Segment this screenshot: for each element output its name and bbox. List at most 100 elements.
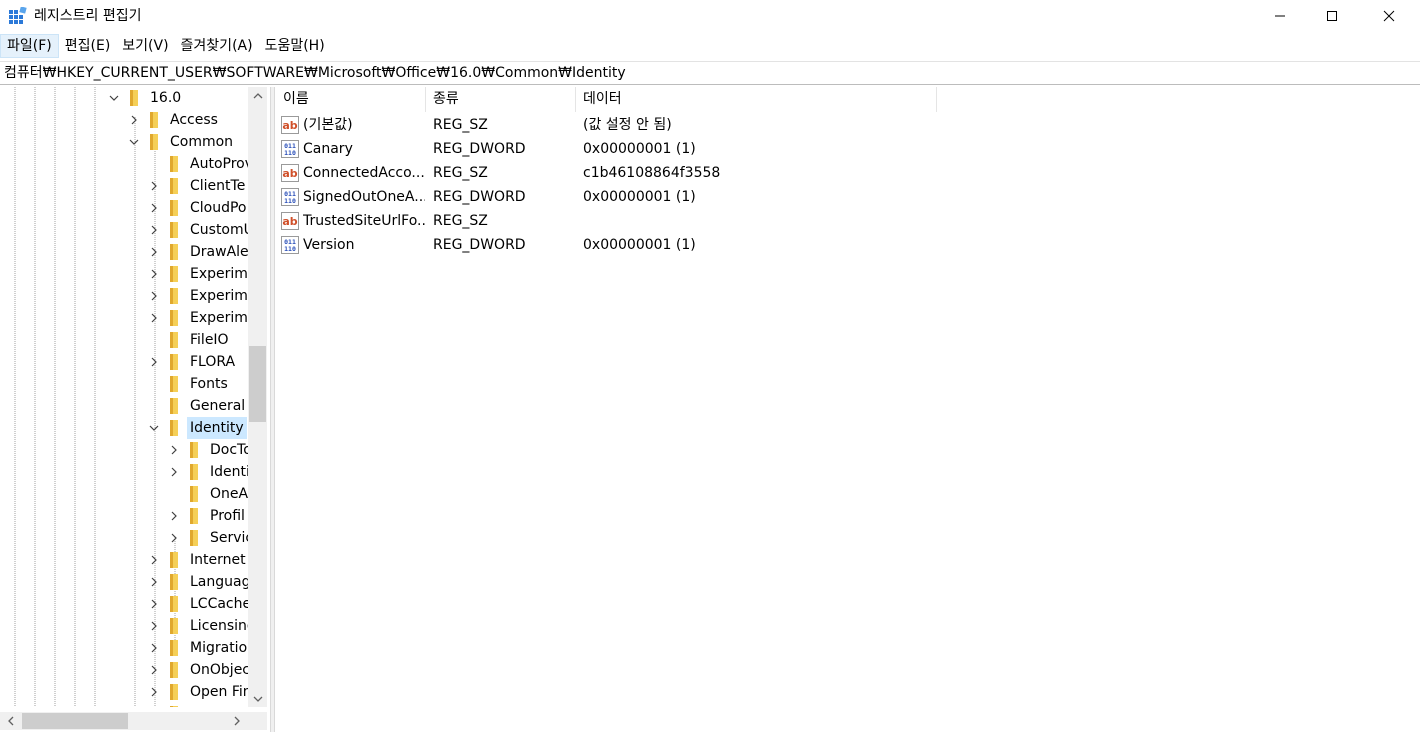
chevron-left-icon <box>8 716 14 726</box>
chevron-right-icon[interactable] <box>148 290 160 302</box>
tree-node[interactable]: FileIO <box>0 329 248 351</box>
tree-node[interactable]: 16.0 <box>0 87 248 109</box>
chevron-right-icon[interactable] <box>148 202 160 214</box>
chevron-right-icon[interactable] <box>168 510 180 522</box>
horizontal-scroll-thumb[interactable] <box>22 713 128 729</box>
column-header-data[interactable]: 데이터 <box>576 87 937 112</box>
folder-icon <box>170 552 178 568</box>
tree-node-label: FileIO <box>190 332 229 348</box>
value-row[interactable]: ab ConnectedAcco... REG_SZ c1b46108864f3558 <box>276 161 936 185</box>
folder-icon <box>170 288 178 304</box>
tree-node[interactable]: Common <box>0 131 248 153</box>
tree-node[interactable]: Privacy <box>0 703 248 707</box>
chevron-right-icon[interactable] <box>168 444 180 456</box>
folder-icon <box>170 266 178 282</box>
folder-icon <box>170 310 178 326</box>
tree-node[interactable]: OnObjec <box>0 659 248 681</box>
tree-node[interactable]: Identi <box>0 461 248 483</box>
chevron-right-icon[interactable] <box>148 312 160 324</box>
tree-node[interactable]: Profil <box>0 505 248 527</box>
value-row[interactable]: ab TrustedSiteUrlFo... REG_SZ <box>276 209 936 233</box>
tree-node[interactable]: Languag <box>0 571 248 593</box>
chevron-down-icon[interactable] <box>108 92 120 104</box>
tree-node-label: 16.0 <box>150 90 182 106</box>
menu-help[interactable]: 도움말(H) <box>259 34 331 58</box>
chevron-right-icon[interactable] <box>148 246 160 258</box>
chevron-right-icon[interactable] <box>148 224 160 236</box>
tree-node[interactable]: DocTo <box>0 439 248 461</box>
chevron-right-icon[interactable] <box>148 180 160 192</box>
tree-node[interactable]: OneA <box>0 483 248 505</box>
column-header-type[interactable]: 종류 <box>426 87 576 112</box>
string-value-icon: ab <box>281 212 299 230</box>
tree-node[interactable]: Open Fin <box>0 681 248 703</box>
tree-node[interactable]: ClientTe <box>0 175 248 197</box>
menu-file[interactable]: 파일(F) <box>0 34 59 58</box>
scroll-down-button[interactable] <box>248 690 267 707</box>
chevron-right-icon[interactable] <box>168 532 180 544</box>
chevron-down-icon[interactable] <box>148 422 160 434</box>
tree-node[interactable]: CustomU <box>0 219 248 241</box>
chevron-right-icon[interactable] <box>168 466 180 478</box>
folder-icon <box>170 398 178 414</box>
chevron-right-icon[interactable] <box>148 620 160 632</box>
chevron-right-icon[interactable] <box>148 664 160 676</box>
tree-node[interactable]: Identity <box>0 417 248 439</box>
maximize-button[interactable] <box>1309 0 1355 32</box>
tree-node[interactable]: Access <box>0 109 248 131</box>
folder-icon <box>170 178 178 194</box>
value-row[interactable]: 011 110 Canary REG_DWORD 0x00000001 (1) <box>276 137 936 161</box>
chevron-right-icon[interactable] <box>148 598 160 610</box>
close-button[interactable] <box>1366 0 1412 32</box>
scroll-thumb[interactable] <box>249 346 266 422</box>
chevron-down-icon[interactable] <box>128 136 140 148</box>
chevron-right-icon[interactable] <box>148 642 160 654</box>
tree-node[interactable]: Experime <box>0 263 248 285</box>
maximize-icon <box>1327 11 1337 21</box>
folder-icon <box>190 442 198 458</box>
close-icon <box>1383 10 1395 22</box>
svg-text:110: 110 <box>284 197 296 205</box>
tree-node[interactable]: FLORA <box>0 351 248 373</box>
tree-horizontal-scrollbar[interactable] <box>0 712 248 730</box>
tree-node[interactable]: LCCache <box>0 593 248 615</box>
tree-node[interactable]: Fonts <box>0 373 248 395</box>
values-pane: 이름 종류 데이터 ab (기본값) REG_SZ (값 설정 안 됨) 011 110 C… <box>276 87 1420 732</box>
address-bar[interactable]: 컴퓨터₩HKEY_CURRENT_USER₩SOFTWARE₩Microsoft… <box>0 61 1420 85</box>
value-name: (기본값) <box>303 117 353 133</box>
chevron-up-icon <box>253 92 262 98</box>
value-row[interactable]: 011 110 SignedOutOneA... REG_DWORD 0x0000000… <box>276 185 936 209</box>
tree-node[interactable]: DrawAle <box>0 241 248 263</box>
menu-edit[interactable]: 편집(E) <box>59 34 117 58</box>
window-title: 레지스트리 편집기 <box>34 8 142 24</box>
tree-node[interactable]: General <box>0 395 248 417</box>
chevron-right-icon[interactable] <box>128 114 140 126</box>
chevron-right-icon[interactable] <box>148 686 160 698</box>
scroll-up-button[interactable] <box>248 87 267 104</box>
tree-node[interactable]: Experime <box>0 285 248 307</box>
menu-favorites[interactable]: 즐겨찾기(A) <box>175 34 259 58</box>
value-row[interactable]: 011 110 Version REG_DWORD 0x00000001 (1) <box>276 233 936 257</box>
value-type: REG_SZ <box>433 213 488 229</box>
scroll-right-button[interactable] <box>228 712 246 730</box>
minimize-button[interactable] <box>1257 0 1303 32</box>
tree-node[interactable]: Experime <box>0 307 248 329</box>
menu-view[interactable]: 보기(V) <box>116 34 174 58</box>
value-type: REG_SZ <box>433 165 488 181</box>
chevron-right-icon[interactable] <box>148 356 160 368</box>
tree-node[interactable]: CloudPo <box>0 197 248 219</box>
chevron-right-icon[interactable] <box>148 576 160 588</box>
chevron-right-icon[interactable] <box>148 554 160 566</box>
value-row[interactable]: ab (기본값) REG_SZ (값 설정 안 됨) <box>276 113 936 137</box>
chevron-right-icon[interactable] <box>148 268 160 280</box>
pane-splitter[interactable] <box>271 87 275 732</box>
folder-icon <box>170 354 178 370</box>
scroll-left-button[interactable] <box>2 712 20 730</box>
tree-vertical-scrollbar[interactable] <box>248 87 267 707</box>
tree-node[interactable]: Licensing <box>0 615 248 637</box>
tree-node[interactable]: AutoProv <box>0 153 248 175</box>
tree-node[interactable]: Servic <box>0 527 248 549</box>
tree-node[interactable]: Internet <box>0 549 248 571</box>
column-header-name[interactable]: 이름 <box>276 87 426 112</box>
tree-node[interactable]: Migratio <box>0 637 248 659</box>
